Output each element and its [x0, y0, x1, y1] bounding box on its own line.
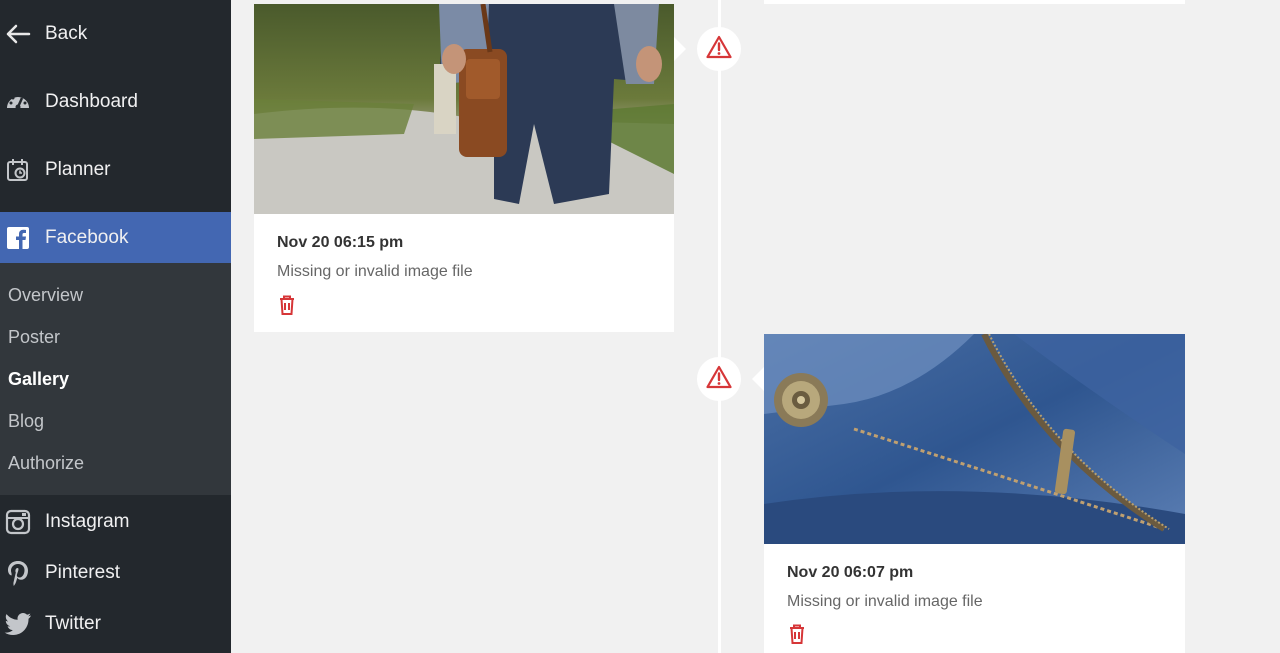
- pinterest-label: Pinterest: [45, 562, 120, 583]
- submenu-blog[interactable]: Blog: [8, 411, 44, 432]
- warning-icon: [706, 365, 732, 394]
- post-status: Missing or invalid image file: [277, 263, 473, 280]
- warning-icon: [706, 35, 732, 64]
- submenu-poster[interactable]: Poster: [8, 327, 60, 348]
- admin-sidebar: Back Dashboard Planner Facebook Overview…: [0, 0, 231, 653]
- twitter-icon: [4, 610, 32, 638]
- trash-icon[interactable]: [276, 294, 298, 316]
- menu-item-planner[interactable]: Planner: [0, 150, 231, 190]
- post-status: Missing or invalid image file: [787, 593, 983, 610]
- timeline-line: [718, 0, 721, 653]
- warning-marker: [697, 357, 741, 401]
- twitter-label: Twitter: [45, 613, 101, 634]
- jeans-zipper-photo: [764, 334, 1185, 544]
- menu-item-twitter[interactable]: Twitter: [0, 604, 231, 644]
- facebook-label: Facebook: [45, 226, 129, 248]
- post-date: Nov 20 06:15 pm: [277, 234, 404, 251]
- menu-item-pinterest[interactable]: Pinterest: [0, 553, 231, 593]
- gallery-timeline: Nov 20 06:15 pm Missing or invalid image…: [231, 0, 1280, 653]
- menu-item-dashboard[interactable]: Dashboard: [0, 82, 231, 122]
- instagram-icon: [4, 508, 32, 536]
- warning-marker: [697, 27, 741, 71]
- timeline-card: Nov 20 06:15 pm Missing or invalid image…: [254, 4, 674, 332]
- post-date: Nov 20 06:07 pm: [787, 564, 914, 581]
- instagram-label: Instagram: [45, 511, 130, 532]
- man-walking-with-bag-photo: [254, 4, 674, 214]
- submenu-authorize[interactable]: Authorize: [8, 453, 84, 474]
- back-label: Back: [45, 23, 88, 44]
- dashboard-label: Dashboard: [45, 91, 138, 112]
- facebook-submenu: Overview Poster Gallery Blog Authorize: [0, 263, 231, 495]
- dashboard-icon: [4, 88, 32, 116]
- calendar-icon: [4, 156, 32, 184]
- planner-label: Planner: [45, 159, 111, 180]
- card-pointer: [752, 367, 764, 391]
- trash-icon[interactable]: [786, 623, 808, 645]
- back-link[interactable]: Back: [0, 14, 231, 54]
- submenu-gallery[interactable]: Gallery: [8, 369, 69, 390]
- menu-item-instagram[interactable]: Instagram: [0, 502, 231, 542]
- submenu-overview[interactable]: Overview: [8, 285, 83, 306]
- pinterest-icon: [4, 559, 32, 587]
- card-pointer: [674, 37, 686, 61]
- timeline-card-partial: [764, 0, 1185, 4]
- timeline-card: Nov 20 06:07 pm Missing or invalid image…: [764, 334, 1185, 653]
- menu-item-facebook[interactable]: Facebook: [0, 212, 231, 263]
- facebook-icon: [4, 224, 32, 252]
- arrow-left-icon: [4, 20, 32, 48]
